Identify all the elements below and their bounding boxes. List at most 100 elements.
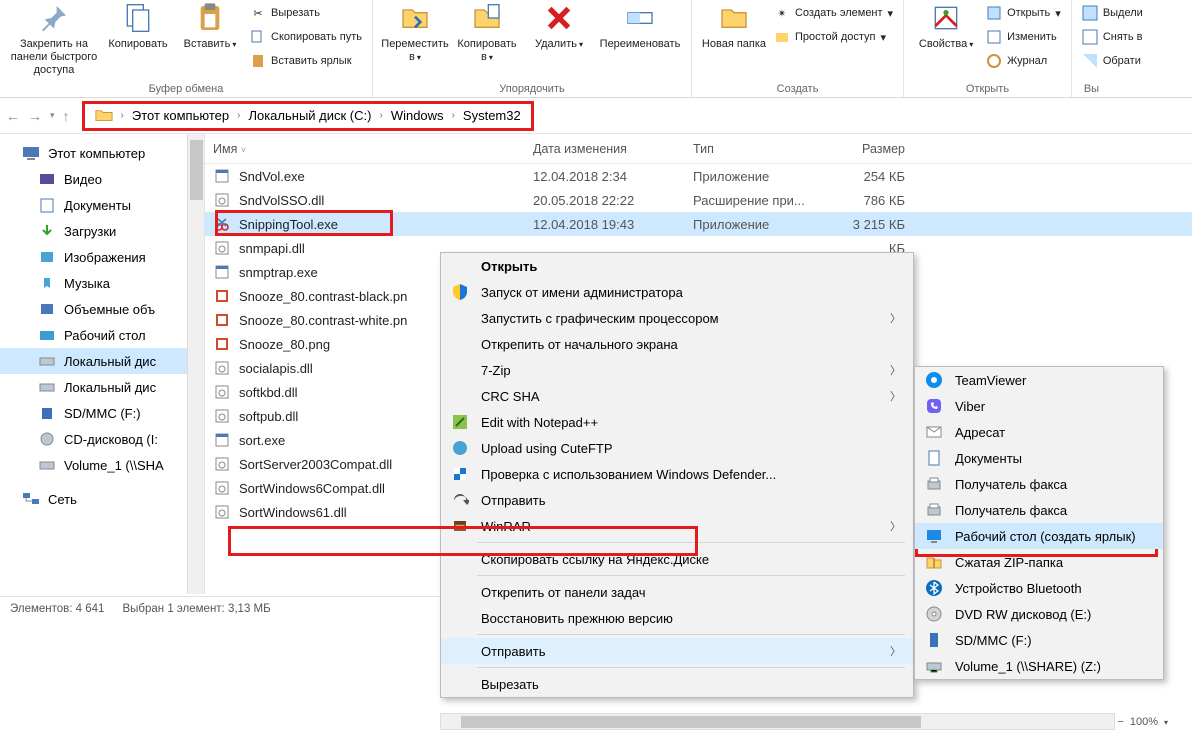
crumb-1[interactable]: Локальный диск (C:) <box>248 108 371 123</box>
sendto-item-7[interactable]: Сжатая ZIP-папка <box>915 549 1163 575</box>
nav-item-1[interactable]: Документы <box>0 192 204 218</box>
col-type[interactable]: Тип <box>685 142 835 156</box>
select-all-button[interactable]: Выдели <box>1078 2 1147 24</box>
rename-button[interactable]: Переименовать <box>595 0 685 51</box>
paste-shortcut-button[interactable]: Вставить ярлык <box>246 50 366 72</box>
submenu-arrow-icon: 〉 <box>890 310 901 326</box>
nav-item-2[interactable]: Загрузки <box>0 218 204 244</box>
ctx-item-7[interactable]: Upload using CuteFTP <box>441 435 913 461</box>
nav-item-11[interactable]: Volume_1 (\\SHA <box>0 452 204 478</box>
copy-path-button[interactable]: Скопировать путь <box>246 26 366 48</box>
new-folder-button[interactable]: Новая папка <box>698 0 770 51</box>
address-bar[interactable]: › Этот компьютер› Локальный диск (C:)› W… <box>82 101 534 131</box>
col-name[interactable]: Имя ˅ <box>205 142 525 156</box>
dvd-icon <box>925 605 943 623</box>
paste-button[interactable]: Вставить▾ <box>174 0 246 51</box>
copy-to-button[interactable]: Копировать в▾ <box>451 0 523 64</box>
ctx-item-2[interactable]: Запустить с графическим процессором〉 <box>441 305 913 331</box>
nav-item-0[interactable]: Видео <box>0 166 204 192</box>
horizontal-scrollbar[interactable] <box>440 713 1115 730</box>
sendto-item-11[interactable]: Volume_1 (\\SHARE) (Z:) <box>915 653 1163 679</box>
file-icon <box>213 408 231 424</box>
nav-item-8[interactable]: Локальный дис <box>0 374 204 400</box>
nav-item-4[interactable]: Музыка <box>0 270 204 296</box>
ctx-item-19[interactable]: Вырезать <box>441 671 913 697</box>
nav-network[interactable]: Сеть <box>0 486 204 512</box>
sendto-item-9[interactable]: DVD RW дисковод (E:) <box>915 601 1163 627</box>
ctx-item-10[interactable]: WinRAR〉 <box>441 513 913 539</box>
ctx-item-12[interactable]: Скопировать ссылку на Яндекс.Диске <box>441 546 913 572</box>
crumb-3[interactable]: System32 <box>463 108 521 123</box>
move-to-button[interactable]: Переместить в▾ <box>379 0 451 64</box>
shield-icon <box>451 283 469 301</box>
nav-back-button[interactable]: ← <box>6 108 20 124</box>
nav-scrollbar[interactable] <box>187 134 204 594</box>
ctx-item-5[interactable]: CRC SHA〉 <box>441 383 913 409</box>
sendto-label: DVD RW дисковод (E:) <box>955 607 1091 622</box>
ctx-item-6[interactable]: Edit with Notepad++ <box>441 409 913 435</box>
cut-button[interactable]: ✂Вырезать <box>246 2 366 24</box>
new-item-button[interactable]: ✴Создать элемент ▾ <box>770 2 897 24</box>
file-name: Snooze_80.png <box>239 337 330 352</box>
ctx-item-9[interactable]: Отправить <box>441 487 913 513</box>
invert-icon <box>1082 53 1098 69</box>
nav-item-9[interactable]: SD/MMC (F:) <box>0 400 204 426</box>
file-name: sort.exe <box>239 433 285 448</box>
properties-button[interactable]: Свойства▾ <box>910 0 982 51</box>
nav-item-7[interactable]: Локальный дис <box>0 348 204 374</box>
sendto-item-10[interactable]: SD/MMC (F:) <box>915 627 1163 653</box>
ctx-item-17[interactable]: Отправить〉 <box>441 638 913 664</box>
sendto-item-6[interactable]: Рабочий стол (создать ярлык) <box>915 523 1163 549</box>
nav-item-icon <box>38 301 56 317</box>
delete-button[interactable]: Удалить▾ <box>523 0 595 51</box>
sendto-label: Volume_1 (\\SHARE) (Z:) <box>955 659 1101 674</box>
crumb-0[interactable]: Этот компьютер <box>132 108 229 123</box>
col-date[interactable]: Дата изменения <box>525 142 685 156</box>
edit-button[interactable]: Изменить <box>982 26 1065 48</box>
sendto-item-0[interactable]: TeamViewer <box>915 367 1163 393</box>
nav-item-5[interactable]: Объемные объ <box>0 296 204 322</box>
ctx-item-1[interactable]: Запуск от имени администратора <box>441 279 913 305</box>
file-name: Snooze_80.contrast-white.pn <box>239 313 407 328</box>
nav-this-pc[interactable]: Этот компьютер <box>0 140 204 166</box>
pin-to-quick-access-button[interactable]: Закрепить на панели быстрого доступа <box>6 0 102 77</box>
nav-recent-button[interactable]: ▾ <box>50 110 55 121</box>
delete-icon <box>543 2 575 34</box>
file-type: Расширение при... <box>685 193 835 208</box>
npp-icon <box>451 413 469 431</box>
file-row[interactable]: SndVolSSO.dll20.05.2018 22:22Расширение … <box>205 188 1192 212</box>
ctx-item-0[interactable]: Открыть <box>441 253 913 279</box>
file-row[interactable]: SndVol.exe12.04.2018 2:34Приложение254 К… <box>205 164 1192 188</box>
file-icon <box>213 384 231 400</box>
netdrive-icon <box>925 657 943 675</box>
nav-up-button[interactable]: ↑ <box>63 108 70 124</box>
zoom-indicator[interactable]: −100%▾ <box>1117 716 1168 728</box>
ctx-item-14[interactable]: Открепить от панели задач <box>441 579 913 605</box>
crumb-2[interactable]: Windows <box>391 108 444 123</box>
nav-item-icon <box>38 171 56 187</box>
select-none-button[interactable]: Снять в <box>1078 26 1147 48</box>
nav-item-3[interactable]: Изображения <box>0 244 204 270</box>
ribbon: Закрепить на панели быстрого доступа Коп… <box>0 0 1192 98</box>
ctx-item-3[interactable]: Открепить от начального экрана <box>441 331 913 357</box>
file-row[interactable]: SnippingTool.exe12.04.2018 19:43Приложен… <box>205 212 1192 236</box>
col-size[interactable]: Размер <box>835 142 935 156</box>
sendto-item-1[interactable]: Viber <box>915 393 1163 419</box>
sendto-item-2[interactable]: Адресат <box>915 419 1163 445</box>
ctx-item-4[interactable]: 7-Zip〉 <box>441 357 913 383</box>
sendto-item-3[interactable]: Документы <box>915 445 1163 471</box>
sendto-item-4[interactable]: Получатель факса <box>915 471 1163 497</box>
ctx-item-8[interactable]: Проверка с использованием Windows Defend… <box>441 461 913 487</box>
history-button[interactable]: Журнал <box>982 50 1065 72</box>
ctx-item-15[interactable]: Восстановить прежнюю версию <box>441 605 913 631</box>
desktop-icon <box>925 527 943 545</box>
nav-item-6[interactable]: Рабочий стол <box>0 322 204 348</box>
open-button[interactable]: Открыть ▾ <box>982 2 1065 24</box>
nav-item-10[interactable]: CD-дисковод (I: <box>0 426 204 452</box>
nav-forward-button[interactable]: → <box>28 108 42 124</box>
sendto-item-5[interactable]: Получатель факса <box>915 497 1163 523</box>
sendto-item-8[interactable]: Устройство Bluetooth <box>915 575 1163 601</box>
easy-access-button[interactable]: Простой доступ ▾ <box>770 26 897 48</box>
copy-button[interactable]: Копировать <box>102 0 174 51</box>
invert-selection-button[interactable]: Обрати <box>1078 50 1147 72</box>
